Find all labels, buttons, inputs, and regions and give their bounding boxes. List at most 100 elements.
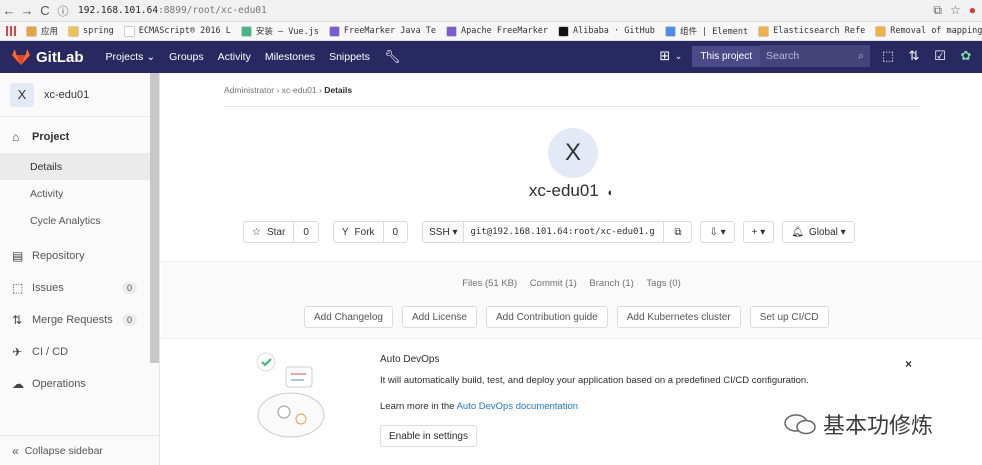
bookmark-label: 组件 | Element [679,27,749,37]
address-bar[interactable]: 192.168.101.64:8899/root/xc-edu01 [78,5,267,16]
devops-learn-more: Learn more in the Auto DevOps documentat… [380,401,578,412]
bookmark-item[interactable]: 安装 — Vue.js [240,25,319,37]
visibility-shield-icon: ◐ [607,187,615,199]
sidebar-scrollbar[interactable] [150,73,159,363]
clone-url-field[interactable]: git@192.168.101.64:root/xc-edu01.g [464,221,665,243]
breadcrumb-admin[interactable]: Administrator [224,85,274,95]
forward-icon[interactable]: → [18,3,36,18]
extension-icon[interactable]: ● [969,3,976,18]
watermark: 基本功修炼 [783,408,933,440]
add-kubernetes-cluster-button[interactable]: Add Kubernetes cluster [616,306,741,328]
bookmark-label: 应用 [41,27,59,37]
collapse-sidebar-button[interactable]: « Collapse sidebar [0,435,160,465]
project-title: xc-edu01 ◐ [161,181,982,201]
project-sidebar: X xc-edu01 ⌂ Project Details Activity Cy… [0,73,160,465]
add-changelog-button[interactable]: Add Changelog [304,306,393,328]
sidebar-item-cicd[interactable]: ✈ CI / CD [0,336,159,368]
fork-count[interactable]: 0 [383,221,409,243]
nav-activity[interactable]: Activity [218,51,251,63]
download-dropdown[interactable]: ⇩ ▾ [700,221,735,243]
translate-icon[interactable]: ⧉ [933,3,942,18]
sidebar-item-issues[interactable]: ⬚ Issues 0 [0,272,159,304]
bookmark-label: Apache FreeMarker [461,26,549,36]
bookmark-item[interactable]: 应用 [26,25,58,37]
gitlab-logo[interactable]: GitLab [12,49,84,66]
bookmark-item[interactable]: Alibaba · GitHub [558,25,655,37]
stat-files[interactable]: Files (51 KB) [462,278,517,289]
reload-icon[interactable]: C [36,3,54,18]
nav-projects[interactable]: Projects ⌄ [106,51,156,63]
star-icon: ☆ [252,226,261,238]
stat-tags[interactable]: Tags (0) [646,278,680,289]
sidebar-item-details[interactable]: Details [0,153,159,180]
star-count[interactable]: 0 [294,221,319,243]
bookmark-item[interactable]: Apache FreeMarker [446,25,549,37]
chevron-down-icon[interactable]: ⌄ [675,51,683,62]
sidebar-item-merge-requests[interactable]: ⇅ Merge Requests 0 [0,304,159,336]
bookmark-label: 安装 — Vue.js [255,27,319,37]
main-content: Administrator › xc-edu01 › Details X xc-… [161,73,982,465]
bookmark-favicon-icon [328,25,340,37]
bookmark-star-icon[interactable]: ☆ [950,3,961,18]
todo-icon[interactable]: ☑ [932,48,948,64]
fork-button[interactable]: Y Fork [332,221,384,243]
project-stats: Files (51 KB) Commit (1) Branch (1) Tags… [161,278,982,289]
sidebar-item-cycle-analytics[interactable]: Cycle Analytics [0,207,159,234]
bookmark-item[interactable]: spring [68,25,114,37]
bookmark-favicon-icon [875,25,887,37]
close-icon[interactable]: × [905,357,912,371]
breadcrumb: Administrator › xc-edu01 › Details [224,85,352,95]
bookmark-item[interactable]: 组件 | Element [664,25,749,37]
setup-cicd-button[interactable]: Set up CI/CD [749,306,829,328]
devops-docs-link[interactable]: Auto DevOps documentation [457,401,578,412]
stat-branches[interactable]: Branch (1) [589,278,633,289]
sidebar-item-repository[interactable]: ▤ Repository [0,240,159,272]
sidebar-item-label: Project [32,131,70,143]
stat-commits[interactable]: Commit (1) [530,278,577,289]
back-icon[interactable]: ← [0,3,18,18]
sidebar-item-label: Repository [32,250,85,262]
bookmark-item[interactable]: Elasticsearch Refe [758,25,865,37]
wrench-icon[interactable]: 🔧︎ [384,49,401,65]
url-host: 192.168.101.64 [78,5,159,16]
bookmark-favicon-icon [68,25,80,37]
sidebar-project-header[interactable]: X xc-edu01 [0,73,159,117]
copy-url-icon[interactable]: ⧉ [664,221,693,243]
bookmark-item[interactable]: ECMAScript® 2016 L [123,25,231,37]
nav-milestones[interactable]: Milestones [265,51,315,63]
this-project-scope[interactable]: This project [692,45,760,67]
breadcrumb-project[interactable]: xc-edu01 [282,85,317,95]
user-avatar-icon[interactable]: ✿ [958,48,974,64]
bookmark-favicon-icon [758,25,770,37]
breadcrumb-current[interactable]: Details [324,85,352,95]
star-button[interactable]: ☆ Star [243,221,295,243]
notification-dropdown[interactable]: 🔔︎ Global ▾ [782,221,855,243]
add-contribution-guide-button[interactable]: Add Contribution guide [486,306,608,328]
sidebar-project-name: xc-edu01 [44,88,90,101]
add-license-button[interactable]: Add License [401,306,477,328]
notification-label: Global ▾ [809,226,846,238]
info-icon[interactable]: ⓘ [54,3,72,19]
enable-in-settings-button[interactable]: Enable in settings [380,425,477,447]
bookmark-favicon-icon [446,25,458,37]
bookmark-item[interactable]: Removal of mapping [875,25,982,37]
bookmark-favicon-icon [26,25,37,37]
merge-request-icon[interactable]: ⇅ [906,48,922,64]
sidebar-item-project[interactable]: ⌂ Project [0,121,159,153]
issues-icon[interactable]: ⬚ [880,48,896,64]
fork-label: Fork [354,226,375,238]
browser-toolbar: ← → C ⓘ 192.168.101.64:8899/root/xc-edu0… [0,0,982,22]
nav-snippets[interactable]: Snippets [329,51,370,63]
nav-groups[interactable]: Groups [169,51,203,63]
add-file-dropdown[interactable]: + ▾ [742,221,775,243]
apps-icon[interactable] [6,26,16,36]
sidebar-item-activity[interactable]: Activity [0,180,159,207]
clone-protocol-dropdown[interactable]: SSH ▾ [422,221,465,243]
breadcrumb-divider [224,106,920,107]
bookmarks-bar: 应用 spring ECMAScript® 2016 L 安装 — Vue.js Fre… [0,22,982,41]
new-plus-icon[interactable]: ⊞ [657,48,673,64]
bookmark-item[interactable]: FreeMarker Java Te [328,25,436,37]
sidebar-item-operations[interactable]: ☁ Operations [0,368,159,400]
search-input[interactable]: Search ⌕ [760,45,870,67]
book-icon: ▤ [12,249,24,263]
